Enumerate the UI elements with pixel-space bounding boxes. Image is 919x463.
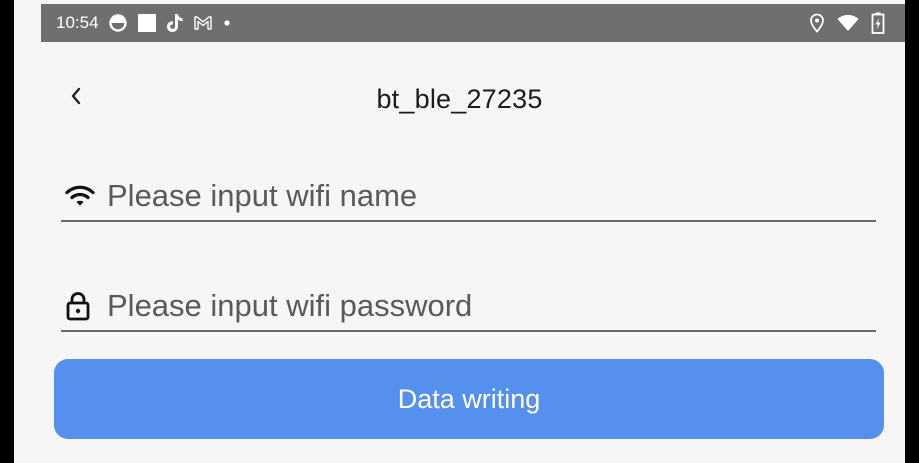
wifi-password-field[interactable] [61, 282, 876, 332]
status-bar-left: 10:54 [41, 13, 232, 33]
status-bar: 10:54 [41, 4, 905, 42]
data-writing-button[interactable]: Data writing [54, 359, 884, 439]
wifi-icon [65, 176, 103, 216]
battery-icon [871, 12, 885, 34]
tiktok-icon [166, 13, 184, 33]
wifi-name-input[interactable] [103, 174, 876, 218]
data-writing-button-label: Data writing [397, 383, 541, 414]
status-bar-right [809, 12, 905, 34]
wifi-name-field[interactable] [61, 172, 876, 222]
circle-app-icon [108, 13, 128, 33]
square-app-icon [137, 13, 157, 33]
wifi-password-input[interactable] [103, 284, 876, 328]
app-screen: 10:54 bt_ble_27235 Please input wifi nam… [14, 0, 905, 463]
status-time: 10:54 [56, 13, 99, 32]
gmail-icon [193, 15, 213, 31]
dot-icon [222, 18, 232, 28]
location-icon [809, 13, 825, 33]
lock-icon [65, 286, 103, 326]
page-title: bt_ble_27235 [376, 84, 543, 114]
wifi-signal-icon [837, 14, 859, 32]
